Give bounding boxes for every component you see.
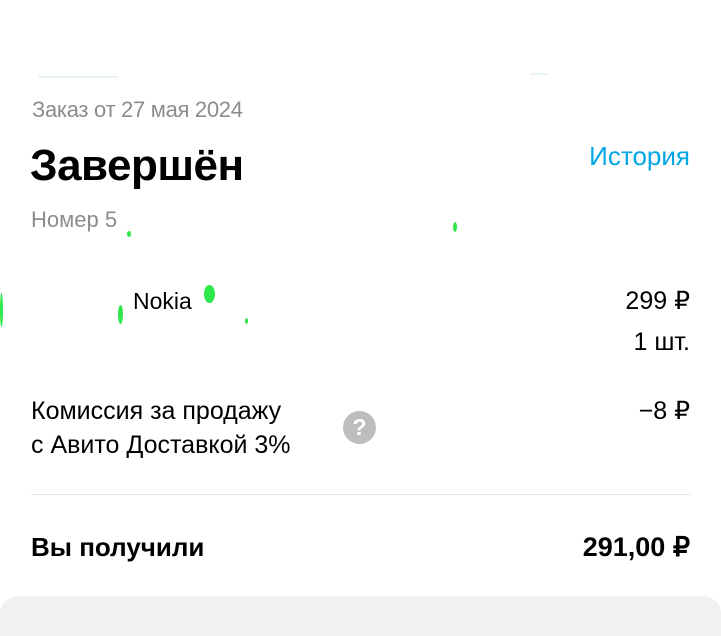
commission-label-line2: с Авито Доставкой 3%: [31, 431, 291, 459]
item-name[interactable]: Nokia: [133, 288, 192, 315]
decorative-mark: [453, 222, 457, 232]
decorative-mark: [118, 305, 123, 324]
next-section-card: [0, 596, 721, 636]
order-number: Номер 5: [31, 207, 118, 232]
item-quantity: 1 шт.: [633, 328, 690, 356]
decorative-streak: [38, 76, 118, 78]
order-date: Заказ от 27 мая 2024: [32, 97, 243, 122]
total-label: Вы получили: [31, 532, 205, 562]
divider: [31, 494, 690, 495]
question-circle-icon[interactable]: ?: [343, 411, 376, 444]
commission-label-line1: Комиссия за продажу: [31, 397, 282, 425]
decorative-mark: [127, 231, 131, 237]
commission-value: −8 ₽: [638, 397, 690, 425]
decorative-streak: [530, 73, 548, 75]
decorative-mark: [0, 293, 3, 327]
history-link[interactable]: История: [589, 141, 690, 172]
decorative-mark: [204, 285, 215, 303]
commission-label: Комиссия за продажу с Авито Доставкой 3%: [31, 394, 291, 462]
decorative-mark: [245, 318, 248, 324]
order-status: Завершён: [30, 141, 244, 190]
item-price: 299 ₽: [625, 287, 690, 315]
total-value: 291,00 ₽: [582, 532, 690, 562]
